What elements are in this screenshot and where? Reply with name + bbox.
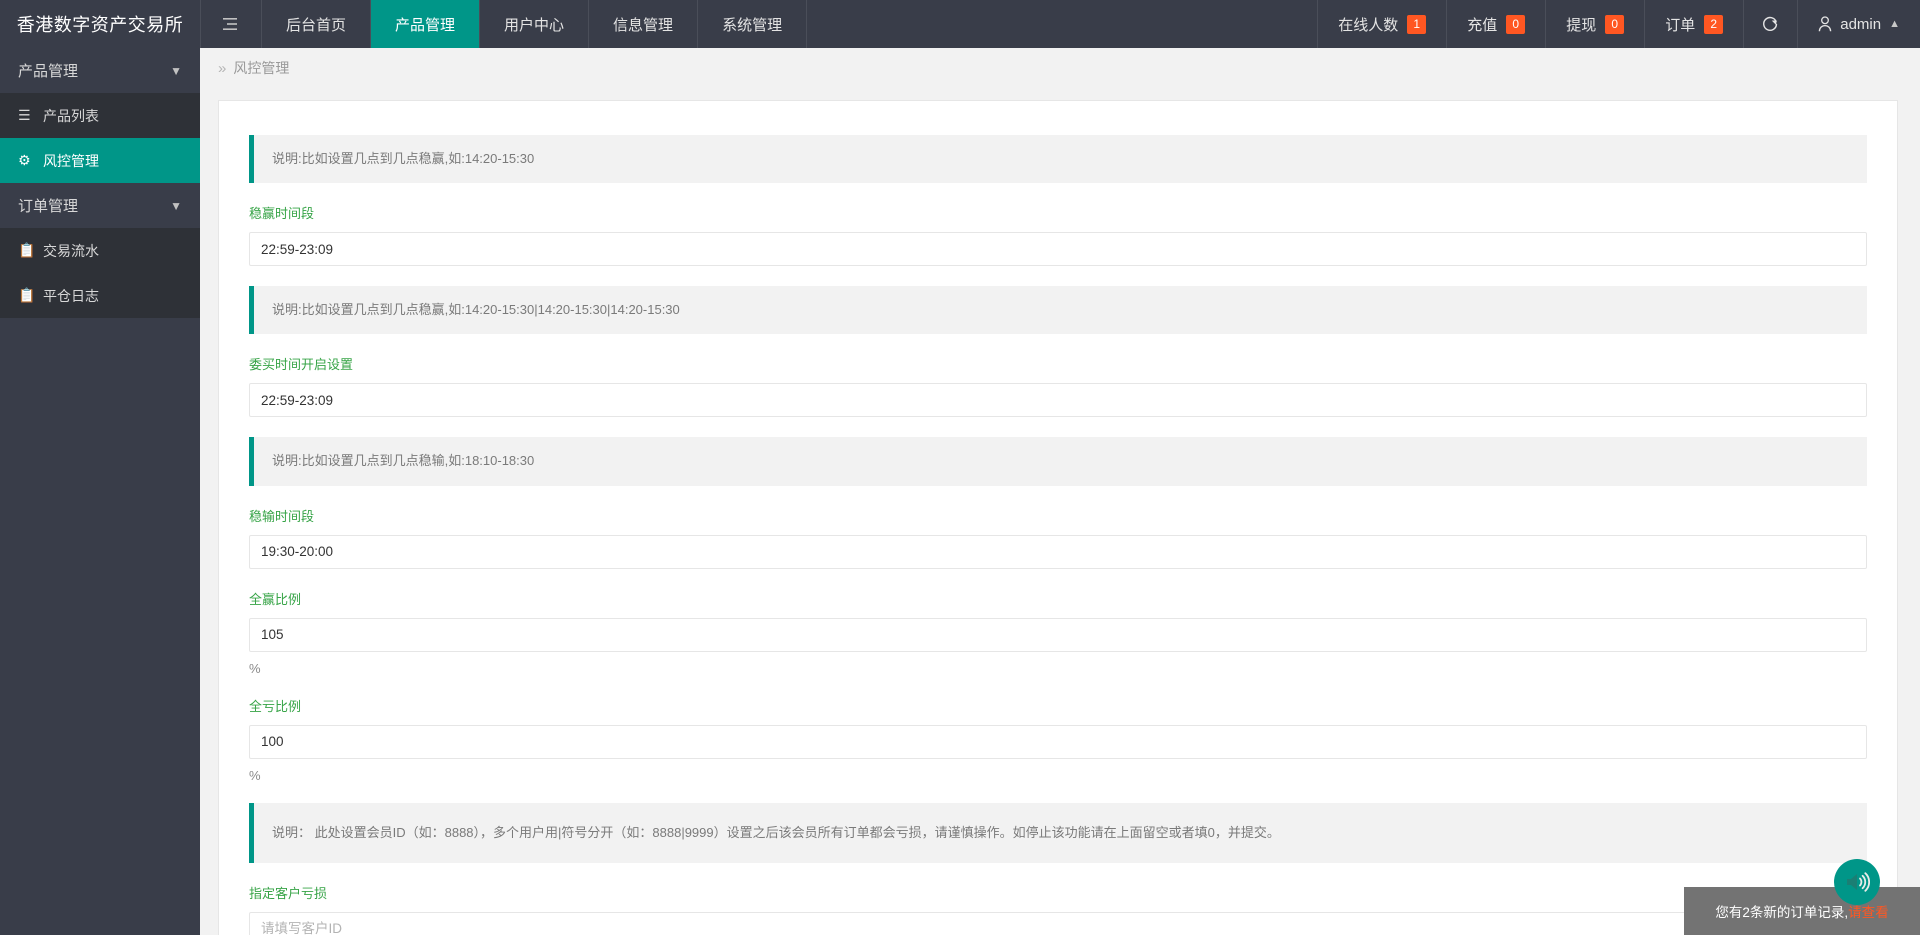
brand-title: 香港数字资产交易所 (0, 0, 200, 48)
hamburger-glyph (223, 18, 237, 30)
stat-withdraw-label: 提现 (1566, 16, 1597, 34)
field-buy-time-setting-input[interactable] (249, 383, 1867, 418)
field-all-loss-ratio-label: 全亏比例 (249, 698, 302, 714)
field-buy-time-setting-label: 委买时间开启设置 (249, 357, 354, 373)
chevron-down-icon: ▼ (170, 198, 182, 213)
refresh-glyph (1763, 16, 1778, 31)
sidebar-item-transaction-flow[interactable]: 📋 交易流水 (0, 228, 200, 273)
stat-orders[interactable]: 订单 2 (1644, 0, 1743, 48)
field-buy-time-setting: 委买时间开启设置 (249, 354, 1867, 418)
toast-message: 您有2条新的订单记录, (1715, 905, 1849, 920)
field-designated-customer-loss-label: 指定客户亏损 (249, 885, 328, 901)
chevron-down-icon: ▼ (170, 63, 182, 78)
field-win-period-label: 稳赢时间段 (249, 206, 315, 222)
field-all-win-ratio-label: 全赢比例 (249, 591, 302, 607)
stat-recharge-label: 充值 (1467, 16, 1498, 34)
field-all-loss-ratio-input[interactable] (249, 724, 1867, 759)
sidebar-group-product-label: 产品管理 (18, 63, 79, 80)
field-lose-period: 稳输时间段 (249, 506, 1867, 569)
sidebar-sub-order: 📋 交易流水 📋 平仓日志 (0, 228, 200, 318)
stat-online-users-label: 在线人数 (1338, 16, 1399, 34)
speaker-glyph (1847, 872, 1870, 892)
sidebar-item-transaction-flow-label: 交易流水 (43, 242, 99, 259)
hint-buy-time-setting: 说明:比如设置几点到几点稳赢,如:14:20-15:30|14:20-15:30… (249, 286, 1867, 335)
stat-orders-label: 订单 (1665, 16, 1696, 34)
breadcrumb-current: 风控管理 (233, 60, 290, 76)
field-all-win-ratio: 全赢比例 % (249, 589, 1867, 676)
nav-tab-3[interactable]: 信息管理 (589, 0, 699, 48)
clipboard-icon: 📋 (18, 287, 36, 303)
field-all-win-ratio-input[interactable] (249, 617, 1867, 652)
user-icon (1819, 16, 1832, 32)
user-name: admin (1840, 15, 1882, 33)
top-header: 香港数字资产交易所 后台首页 产品管理 用户中心 信息管理 系统管理 在线人数 … (0, 0, 1920, 48)
field-lose-period-label: 稳输时间段 (249, 508, 315, 524)
stat-recharge[interactable]: 充值 0 (1446, 0, 1545, 48)
sidebar-item-product-list[interactable]: ☰ 产品列表 (0, 93, 200, 138)
layers-icon: ☰ (18, 107, 31, 123)
field-all-loss-ratio-unit: % (249, 767, 261, 783)
stat-withdraw[interactable]: 提现 0 (1545, 0, 1644, 48)
user-menu[interactable]: admin ▲ (1797, 0, 1920, 48)
hint-lose-period: 说明:比如设置几点到几点稳输,如:18:10-18:30 (249, 437, 1867, 486)
sidebar-item-risk-control-label: 风控管理 (43, 152, 99, 169)
sidebar-sub-product: ☰ 产品列表 ⚙ 风控管理 (0, 93, 200, 183)
stat-online-users[interactable]: 在线人数 1 (1317, 0, 1446, 48)
sidebar-group-product[interactable]: 产品管理 ▼ (0, 48, 200, 93)
field-all-win-ratio-unit: % (249, 660, 261, 676)
nav-tab-1[interactable]: 产品管理 (371, 0, 481, 48)
header-spacer (807, 0, 1317, 48)
risk-control-form-panel: 说明:比如设置几点到几点稳赢,如:14:20-15:30 稳赢时间段 说明:比如… (218, 100, 1898, 935)
field-designated-customer-loss: 指定客户亏损 (249, 883, 1867, 935)
clipboard-icon: 📋 (18, 242, 36, 258)
order-notification-toast[interactable]: 您有2条新的订单记录, 请查看 (1684, 887, 1920, 935)
field-all-loss-ratio: 全亏比例 % (249, 696, 1867, 783)
sidebar-group-order[interactable]: 订单管理 ▼ (0, 183, 200, 228)
hamburger-icon[interactable] (200, 0, 262, 48)
main-content: » 风控管理 说明:比如设置几点到几点稳赢,如:14:20-15:30 稳赢时间… (200, 48, 1920, 935)
stat-orders-badge: 2 (1704, 14, 1724, 34)
field-win-period: 稳赢时间段 (249, 203, 1867, 267)
hint-win-period: 说明:比如设置几点到几点稳赢,如:14:20-15:30 (249, 135, 1867, 184)
nav-tab-2[interactable]: 用户中心 (480, 0, 590, 48)
sidebar: 产品管理 ▼ ☰ 产品列表 ⚙ 风控管理 订单管理 ▼ 📋 交易流水 📋 平仓日… (0, 48, 200, 935)
breadcrumb-arrow-icon: » (218, 59, 227, 77)
speaker-icon[interactable] (1834, 859, 1880, 905)
field-designated-customer-loss-input[interactable] (249, 911, 1867, 935)
breadcrumb: » 风控管理 (200, 48, 1920, 88)
chevron-up-icon: ▲ (1889, 18, 1900, 30)
nav-tab-4[interactable]: 系统管理 (698, 0, 808, 48)
gear-icon: ⚙ (18, 152, 31, 168)
hint-designated-customer-loss: 说明： 此处设置会员ID（如：8888），多个用户用|符号分开（如：8888|9… (249, 802, 1867, 863)
stat-withdraw-badge: 0 (1605, 14, 1625, 34)
stat-recharge-badge: 0 (1506, 14, 1526, 34)
main-nav: 后台首页 产品管理 用户中心 信息管理 系统管理 (262, 0, 808, 48)
field-lose-period-input[interactable] (249, 534, 1867, 569)
sidebar-item-close-log-label: 平仓日志 (43, 287, 99, 304)
sidebar-group-order-label: 订单管理 (18, 198, 79, 215)
sidebar-item-risk-control[interactable]: ⚙ 风控管理 (0, 138, 200, 183)
stat-online-users-badge: 1 (1407, 14, 1427, 34)
sidebar-item-close-log[interactable]: 📋 平仓日志 (0, 273, 200, 318)
field-win-period-input[interactable] (249, 232, 1867, 267)
sidebar-item-product-list-label: 产品列表 (43, 107, 99, 124)
refresh-icon[interactable] (1743, 0, 1797, 48)
nav-tab-0[interactable]: 后台首页 (262, 0, 372, 48)
